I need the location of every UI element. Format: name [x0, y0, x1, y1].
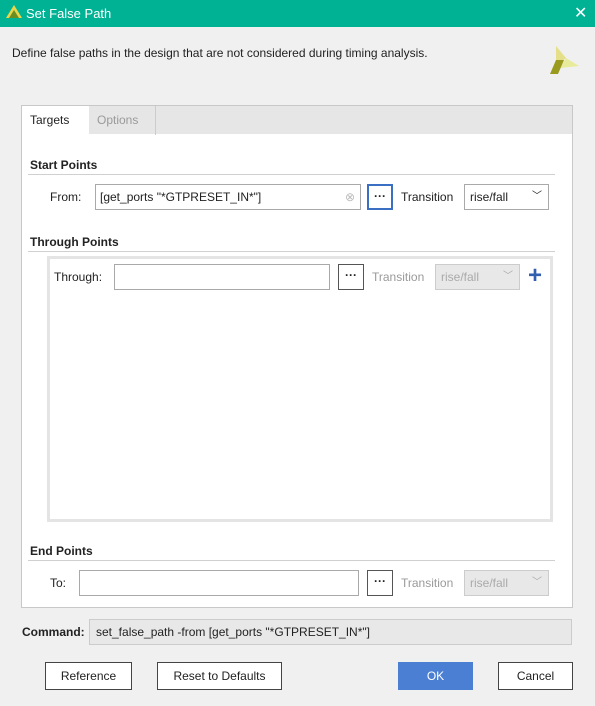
- through-points-list: [47, 256, 553, 522]
- to-browse-button[interactable]: ···: [367, 570, 393, 596]
- tab-options[interactable]: Options: [89, 106, 156, 135]
- from-browse-button[interactable]: ···: [367, 184, 393, 210]
- vivado-logo-icon: [550, 46, 579, 74]
- title-bar: Set False Path ✕: [0, 0, 595, 27]
- tab-targets[interactable]: Targets: [22, 106, 89, 135]
- chevron-down-icon: ﹀: [532, 577, 542, 588]
- from-transition-label: Transition: [401, 190, 454, 204]
- end-points-heading: End Points: [30, 544, 93, 558]
- reset-to-defaults-button[interactable]: Reset to Defaults: [157, 662, 282, 690]
- command-field: set_false_path -from [get_ports "*GTPRES…: [89, 619, 572, 645]
- start-points-heading: Start Points: [30, 158, 98, 172]
- through-transition-select[interactable]: rise/fall ﹀: [435, 264, 520, 290]
- description: Define false paths in the design that ar…: [12, 46, 428, 60]
- to-input[interactable]: [79, 570, 359, 596]
- through-label: Through:: [54, 270, 103, 284]
- to-transition-value: rise/fall: [470, 576, 509, 590]
- command-label: Command:: [22, 625, 85, 639]
- from-input[interactable]: [get_ports "*GTPRESET_IN*"] ⊗: [95, 184, 361, 210]
- through-browse-button[interactable]: ···: [338, 264, 364, 290]
- to-transition-select[interactable]: rise/fall ﹀: [464, 570, 549, 596]
- from-transition-value: rise/fall: [470, 190, 509, 204]
- window-title: Set False Path: [26, 6, 112, 21]
- through-input[interactable]: [114, 264, 330, 290]
- add-through-point-icon[interactable]: +: [528, 262, 542, 290]
- reference-button[interactable]: Reference: [45, 662, 132, 690]
- cancel-button[interactable]: Cancel: [498, 662, 573, 690]
- clear-icon[interactable]: ⊗: [345, 185, 355, 209]
- divider: [28, 560, 555, 561]
- close-icon[interactable]: ✕: [574, 3, 587, 23]
- to-transition-label: Transition: [401, 576, 454, 590]
- ok-button[interactable]: OK: [398, 662, 473, 690]
- from-label: From:: [50, 190, 82, 204]
- through-transition-label: Transition: [372, 270, 425, 284]
- through-points-heading: Through Points: [30, 235, 119, 249]
- to-label: To:: [50, 576, 67, 590]
- chevron-down-icon: ﹀: [503, 271, 513, 282]
- from-value: [get_ports "*GTPRESET_IN*"]: [100, 190, 262, 204]
- app-logo-icon: [6, 5, 22, 18]
- through-transition-value: rise/fall: [441, 270, 480, 284]
- divider: [28, 174, 555, 175]
- chevron-down-icon: ﹀: [532, 191, 542, 202]
- divider: [28, 251, 555, 252]
- from-transition-select[interactable]: rise/fall ﹀: [464, 184, 549, 210]
